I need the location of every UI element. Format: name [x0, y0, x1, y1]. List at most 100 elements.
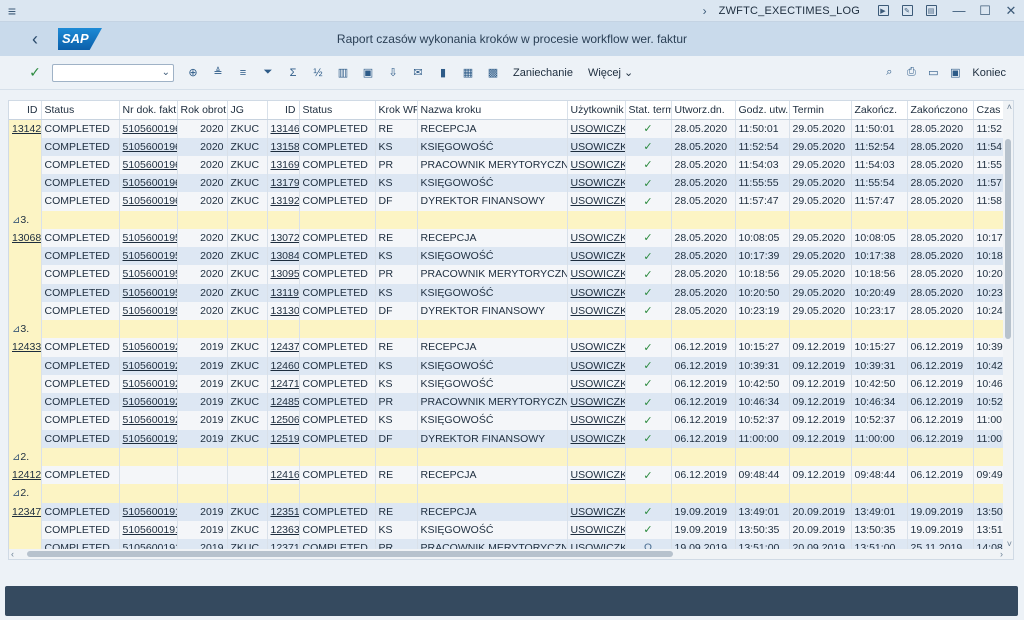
link-user[interactable]: USOWICZK: [571, 469, 625, 481]
hamburger-menu-icon[interactable]: ≡: [0, 3, 24, 19]
print-preview-icon[interactable]: ▥: [332, 63, 354, 83]
link-user[interactable]: USOWICZK: [571, 123, 625, 135]
zoom-in-icon[interactable]: ⊕: [182, 63, 204, 83]
link-id[interactable]: 12347: [12, 506, 40, 518]
exit-button[interactable]: Koniec: [966, 63, 1012, 83]
link-user[interactable]: USOWICZK: [571, 378, 625, 390]
vertical-scroll-thumb[interactable]: [1005, 139, 1011, 339]
minimize-icon[interactable]: —: [946, 3, 972, 18]
link-id2[interactable]: 12506: [271, 414, 299, 426]
chevron-right-icon[interactable]: ›: [703, 4, 707, 18]
table-row[interactable]: COMPLETED 5105600192 2019 ZKUC 12519 COMPLETE…: [9, 429, 1013, 448]
link-doc[interactable]: 5105600191: [123, 506, 177, 518]
link-doc[interactable]: 5105600191: [123, 524, 177, 536]
table-row[interactable]: COMPLETED 5105600195 2020 ZKUC 13084 COMPLETE…: [9, 247, 1013, 266]
chevron-down-icon[interactable]: ⌄: [162, 65, 170, 81]
link-doc[interactable]: 5105600195: [123, 287, 177, 299]
link-user[interactable]: USOWICZK: [571, 305, 625, 317]
sort-ascending-icon[interactable]: ≜: [207, 63, 229, 83]
link-id2[interactable]: 12460: [271, 360, 299, 372]
table-row[interactable]: 12433 COMPLETED 5105600192 2019 ZKUC 12437 COM…: [9, 338, 1013, 357]
link-user[interactable]: USOWICZK: [571, 360, 625, 372]
link-user[interactable]: USOWICZK: [571, 433, 625, 445]
layout-icon[interactable]: ▦: [457, 63, 479, 83]
link-doc[interactable]: 5105600195: [123, 250, 177, 262]
link-id2[interactable]: 13158: [271, 141, 299, 153]
column-header[interactable]: Użytkownik: [567, 101, 626, 120]
table-row[interactable]: COMPLETED 5105600192 2019 ZKUC 12506 COMPLETE…: [9, 411, 1013, 430]
filter-icon[interactable]: ⏷: [257, 63, 279, 83]
settings-icon[interactable]: ▣: [944, 63, 966, 83]
link-id2[interactable]: 12437: [271, 341, 299, 353]
document-icon[interactable]: ▤: [922, 4, 940, 18]
graphic-icon[interactable]: ▮: [432, 63, 454, 83]
link-doc[interactable]: 5105600196: [123, 123, 177, 135]
edit-icon[interactable]: ✎: [898, 4, 916, 18]
link-user[interactable]: USOWICZK: [571, 396, 625, 408]
column-header[interactable]: Nazwa kroku: [417, 101, 568, 120]
column-header[interactable]: Status: [299, 101, 376, 120]
column-header[interactable]: Utworz.dn.: [671, 101, 736, 120]
column-header[interactable]: Zakończono: [907, 101, 974, 120]
column-header[interactable]: Termin: [789, 101, 852, 120]
link-doc[interactable]: 5105600192: [123, 396, 177, 408]
link-id2[interactable]: 13084: [271, 250, 299, 262]
sort-descending-icon[interactable]: ≡: [232, 63, 254, 83]
column-header[interactable]: Godz. utw.: [735, 101, 790, 120]
mail-icon[interactable]: ✉: [407, 63, 429, 83]
table-row[interactable]: 13068 COMPLETED 5105600195 2020 ZKUC 13072 COM…: [9, 228, 1013, 247]
column-header[interactable]: Zakończ.: [851, 101, 908, 120]
link-user[interactable]: USOWICZK: [571, 341, 625, 353]
window-icon[interactable]: ▭: [922, 63, 944, 83]
link-doc[interactable]: 5105600196: [123, 195, 177, 207]
link-doc[interactable]: 5105600195: [123, 232, 177, 244]
link-id[interactable]: 13068: [12, 232, 40, 244]
link-id2[interactable]: 12519: [271, 433, 299, 445]
link-id2[interactable]: 12363: [271, 524, 299, 536]
link-doc[interactable]: 5105600192: [123, 341, 177, 353]
more-button[interactable]: Więcej ⌄: [582, 63, 639, 83]
link-id2[interactable]: 13192: [271, 195, 299, 207]
link-user[interactable]: USOWICZK: [571, 195, 625, 207]
link-user[interactable]: USOWICZK: [571, 159, 625, 171]
export-icon[interactable]: ▣: [357, 63, 379, 83]
link-user[interactable]: USOWICZK: [571, 524, 625, 536]
table-row[interactable]: 12347 COMPLETED 5105600191 2019 ZKUC 12351 COM…: [9, 502, 1013, 521]
link-id[interactable]: 12412: [12, 469, 40, 481]
link-id[interactable]: 12433: [12, 341, 40, 353]
link-doc[interactable]: 5105600195: [123, 305, 177, 317]
confirm-check-icon[interactable]: ✓: [24, 63, 46, 83]
link-doc[interactable]: 5105600192: [123, 414, 177, 426]
column-header[interactable]: Stat. term.: [625, 101, 672, 120]
link-id2[interactable]: 13169: [271, 159, 299, 171]
column-header[interactable]: ID: [9, 101, 42, 120]
link-id2[interactable]: 12471: [271, 378, 299, 390]
table-row[interactable]: 12412 COMPLETED 12416 COMPLETED RE RECEPCJA US…: [9, 466, 1013, 485]
link-doc[interactable]: 5105600192: [123, 360, 177, 372]
table-row[interactable]: COMPLETED 5105600196 2020 ZKUC 13158 COMPLETE…: [9, 137, 1013, 156]
scroll-down-icon[interactable]: ˅: [1007, 539, 1012, 549]
link-user[interactable]: USOWICZK: [571, 414, 625, 426]
scroll-left-icon[interactable]: ‹: [11, 549, 14, 559]
column-header[interactable]: Krok WF: [375, 101, 418, 120]
command-field[interactable]: ⌄: [52, 63, 174, 82]
table-row[interactable]: COMPLETED 5105600192 2019 ZKUC 12471 COMPLETE…: [9, 374, 1013, 393]
link-id2[interactable]: 12416: [271, 469, 299, 481]
link-id[interactable]: 13142: [12, 123, 40, 135]
link-doc[interactable]: 5105600196: [123, 177, 177, 189]
table-row[interactable]: COMPLETED 5105600195 2020 ZKUC 13130 COMPLETE…: [9, 301, 1013, 320]
link-user[interactable]: USOWICZK: [571, 177, 625, 189]
table-row[interactable]: COMPLETED 5105600192 2019 ZKUC 12485 COMPLETE…: [9, 393, 1013, 412]
table-row[interactable]: COMPLETED 5105600196 2020 ZKUC 13192 COMPLETE…: [9, 192, 1013, 211]
maximize-icon[interactable]: ☐: [972, 3, 998, 19]
select-layout-icon[interactable]: ▩: [482, 63, 504, 83]
column-header[interactable]: JG: [227, 101, 268, 120]
horizontal-scroll-thumb[interactable]: [27, 551, 673, 557]
link-user[interactable]: USOWICZK: [571, 506, 625, 518]
search-icon[interactable]: ⌕: [878, 63, 900, 83]
column-header[interactable]: Status: [41, 101, 120, 120]
subtotal-cell[interactable]: ⊿2.: [9, 484, 42, 503]
link-id2[interactable]: 13179: [271, 177, 299, 189]
column-header[interactable]: ID: [267, 101, 300, 120]
table-row[interactable]: 13142 COMPLETED 5105600196 2020 ZKUC 13146 COM…: [9, 119, 1013, 138]
